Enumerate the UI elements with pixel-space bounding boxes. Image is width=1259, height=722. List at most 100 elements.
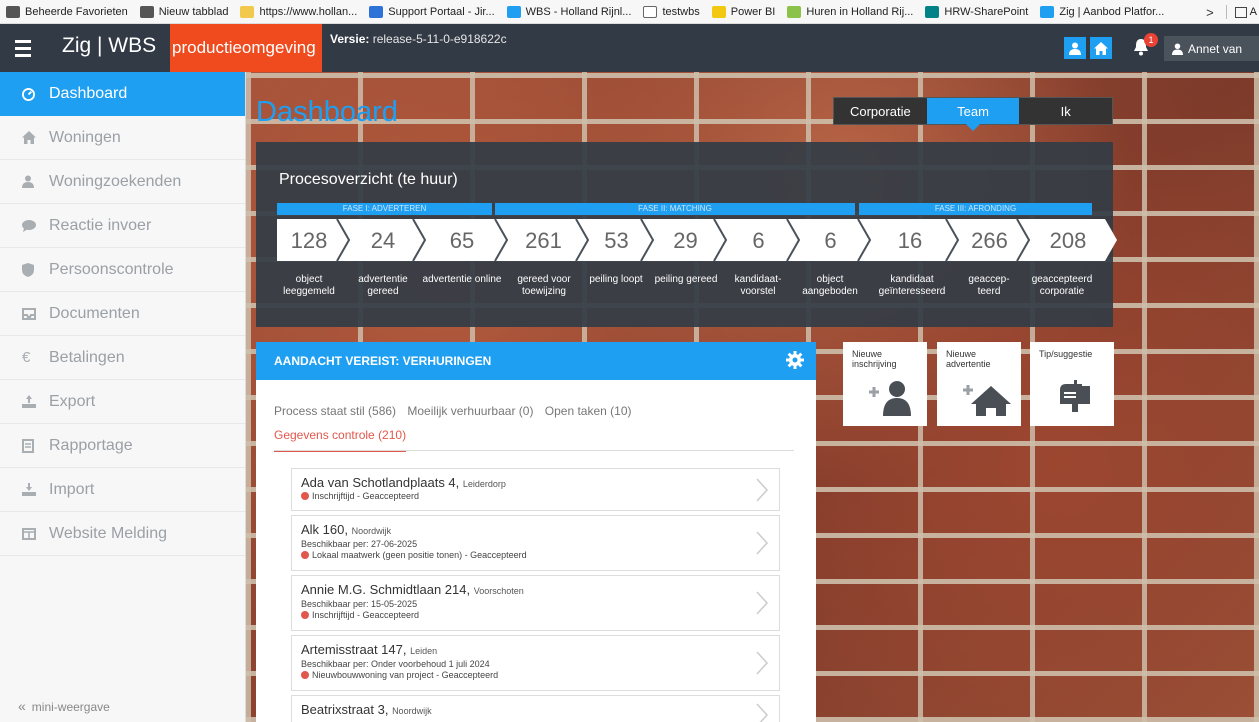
attention-panel-title: AANDACHT VEREIST: VERHURINGEN: [274, 354, 492, 368]
scope-toggle: Corporatie Team Ik: [833, 97, 1113, 131]
row-city: Leiderdorp: [462, 479, 506, 489]
shield-icon: [22, 262, 48, 277]
app-brand[interactable]: Zig | WBS: [62, 34, 156, 58]
step-value[interactable]: 29: [653, 228, 718, 254]
favorites-trailing-label[interactable]: A: [1250, 6, 1257, 18]
step-value[interactable]: 53: [588, 228, 645, 254]
gear-icon[interactable]: [786, 351, 804, 369]
filter-moeilijk-verhuurbaar[interactable]: Moeilijk verhuurbaar (0): [407, 404, 533, 418]
sidebar-item-documenten[interactable]: Documenten: [0, 292, 245, 336]
sidebar-item-reactie-invoer[interactable]: Reactie invoer: [0, 204, 245, 248]
new-registration-tile[interactable]: Nieuwe inschrijving: [843, 342, 927, 426]
sidebar-item-woningzoekenden[interactable]: Woningzoekenden: [0, 160, 245, 204]
step-value[interactable]: 208: [1029, 228, 1107, 254]
tile-label: Nieuwe advertentie: [946, 349, 991, 369]
process-steps: 128 24 65 261 53 29 6 6 16 266 208: [277, 219, 1117, 261]
sidebar-item-import[interactable]: Import: [0, 468, 245, 512]
favorite-link[interactable]: Beheerde Favorieten: [6, 5, 128, 18]
step-value[interactable]: 6: [726, 228, 791, 254]
sidebar-item-dashboard[interactable]: Dashboard: [0, 72, 245, 116]
status-dot: [301, 492, 309, 500]
chevron-right-icon: [756, 477, 769, 502]
favorites-overflow: > A: [1200, 0, 1259, 23]
site-icon: [787, 5, 802, 18]
home-search-button[interactable]: [1090, 37, 1112, 59]
step-label: object leeggemeld: [283, 274, 335, 297]
step-value[interactable]: 6: [799, 228, 862, 254]
row-street: Ada van Schotlandplaats 4,: [301, 475, 460, 490]
step-value[interactable]: 266: [958, 228, 1021, 254]
row-city: Leiden: [410, 646, 438, 656]
sidebar-item-rapportage[interactable]: Rapportage: [0, 424, 245, 468]
divider: [274, 450, 794, 451]
sidebar-item-woningen[interactable]: Woningen: [0, 116, 245, 160]
sidebar: Dashboard Woningen Woningzoekenden React…: [0, 72, 246, 722]
user-menu-button[interactable]: Annet van: [1164, 36, 1259, 61]
list-item[interactable]: Annie M.G. Schmidtlaan 214, Voorschoten …: [291, 575, 780, 631]
chevron-right-icon[interactable]: >: [1206, 5, 1214, 20]
favorite-link[interactable]: HRW-SharePoint: [925, 5, 1028, 18]
mailbox-icon: [1060, 380, 1090, 412]
new-advertisement-tile[interactable]: Nieuwe advertentie: [937, 342, 1021, 426]
favorite-link[interactable]: Support Portaal - Jir...: [369, 5, 495, 18]
row-status: Inschrijftijd - Geaccepteerd: [312, 491, 420, 501]
sidebar-item-persoonscontrole[interactable]: Persoonscontrole: [0, 248, 245, 292]
list-item[interactable]: Ada van Schotlandplaats 4, Leiderdorp In…: [291, 468, 780, 511]
tip-suggestion-tile[interactable]: Tip/suggestie: [1030, 342, 1114, 426]
step-value[interactable]: 24: [349, 228, 417, 254]
favorite-link[interactable]: WBS - Holland Rijnl...: [506, 5, 631, 18]
list-item[interactable]: Beatrixstraat 3, Noordwijk: [291, 695, 780, 722]
sidebar-item-betalingen[interactable]: € Betalingen: [0, 336, 245, 380]
list-item[interactable]: Alk 160, Noordwijk Beschikbaar per: 27-0…: [291, 515, 780, 571]
filter-gegevens-controle[interactable]: Gegevens controle (210): [274, 428, 407, 452]
step-value[interactable]: 261: [507, 228, 580, 254]
home-icon: [1094, 41, 1108, 55]
import-icon: [22, 483, 48, 496]
sidebar-item-export[interactable]: Export: [0, 380, 245, 424]
home-icon: [22, 131, 48, 144]
filter-process-stil[interactable]: Process staat stil (586): [274, 404, 396, 418]
version-info: Versie: release-5-11-0-e918622c: [330, 32, 507, 46]
main-content: Dashboard Corporatie Team Ik Procesoverz…: [246, 72, 1259, 722]
step-label: geaccep-teerd: [968, 274, 1010, 297]
list-item[interactable]: Artemisstraat 147, Leiden Beschikbaar pe…: [291, 635, 780, 691]
page-title: Dashboard: [256, 96, 398, 128]
tab-team[interactable]: Team: [926, 98, 1020, 131]
row-city: Voorschoten: [473, 586, 524, 596]
step-label: kandidaat geïnteresseerd: [878, 274, 946, 297]
step-label: advertentie online: [422, 274, 502, 285]
favorite-link[interactable]: Huren in Holland Rij...: [787, 5, 913, 18]
favorite-link[interactable]: Power BI: [711, 5, 775, 18]
tab-corporatie[interactable]: Corporatie: [834, 98, 927, 124]
favorite-link[interactable]: https://www.hollan...: [240, 5, 357, 18]
step-label: advertentie gereed: [358, 274, 408, 297]
site-icon: [240, 5, 255, 18]
sidebar-item-website-melding[interactable]: Website Melding: [0, 512, 245, 556]
row-street: Artemisstraat 147,: [301, 642, 407, 657]
step-value[interactable]: 65: [425, 228, 499, 254]
step-value[interactable]: 16: [870, 228, 950, 254]
hamburger-menu-icon[interactable]: [0, 24, 46, 72]
folder-icon[interactable]: [1234, 6, 1247, 18]
powerbi-icon: [711, 5, 726, 18]
mini-view-toggle[interactable]: « mini-weergave: [18, 698, 110, 714]
step-label: geaccepteerd corporatie: [1031, 274, 1093, 297]
tab-icon: [139, 5, 154, 18]
user-search-button[interactable]: [1064, 37, 1086, 59]
report-icon: [22, 438, 48, 453]
favorite-link[interactable]: Nieuw tabblad: [139, 5, 228, 18]
step-value[interactable]: 128: [277, 228, 341, 254]
step-label: kandidaat-voorstel: [734, 274, 782, 297]
status-dot: [301, 551, 309, 559]
tab-ik[interactable]: Ik: [1019, 98, 1112, 124]
mini-view-label: mini-weergave: [31, 700, 110, 714]
chevron-right-icon: [756, 531, 769, 555]
filter-open-taken[interactable]: Open taken (10): [545, 404, 632, 418]
phase-label: FASE I: ADVERTEREN: [277, 203, 492, 215]
row-status: Nieuwbouwwoning van project - Geacceptee…: [312, 670, 499, 680]
export-icon: [22, 395, 48, 408]
chevron-right-icon: [756, 591, 769, 615]
favorite-link[interactable]: Zig | Aanbod Platfor...: [1040, 5, 1164, 18]
phase-label: FASE II: MATCHING: [495, 203, 855, 215]
favorite-link[interactable]: testwbs: [643, 5, 700, 18]
